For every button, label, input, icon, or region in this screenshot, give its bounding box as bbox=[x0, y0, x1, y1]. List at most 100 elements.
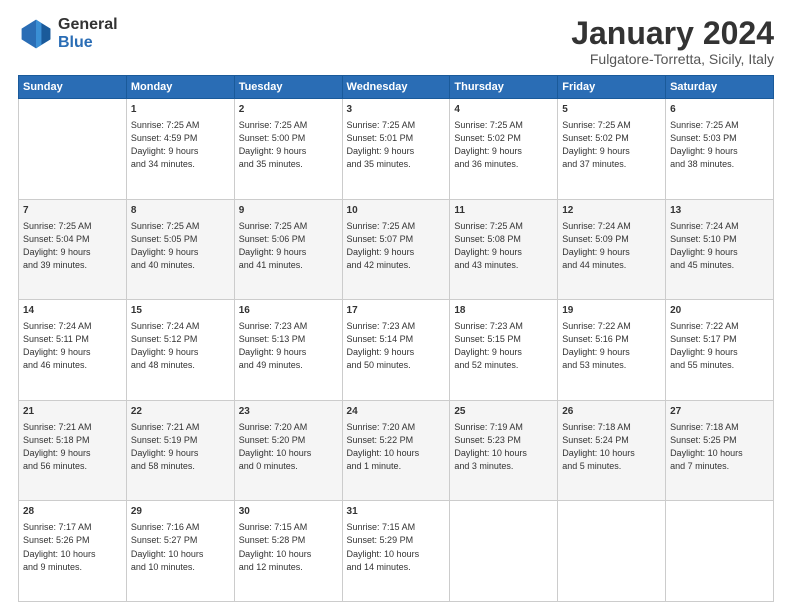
logo-icon bbox=[18, 16, 54, 52]
calendar-cell: 1Sunrise: 7:25 AM Sunset: 4:59 PM Daylig… bbox=[126, 99, 234, 200]
day-number: 23 bbox=[239, 405, 338, 419]
calendar-cell: 17Sunrise: 7:23 AM Sunset: 5:14 PM Dayli… bbox=[342, 300, 450, 401]
col-saturday: Saturday bbox=[666, 76, 774, 99]
calendar-cell: 14Sunrise: 7:24 AM Sunset: 5:11 PM Dayli… bbox=[19, 300, 127, 401]
day-number: 3 bbox=[347, 103, 446, 117]
day-number: 7 bbox=[23, 204, 122, 218]
cell-content: Sunrise: 7:25 AM Sunset: 5:07 PM Dayligh… bbox=[347, 220, 446, 272]
day-number: 8 bbox=[131, 204, 230, 218]
calendar-cell: 8 Sunrise: 7:25 AM Sunset: 5:05 PM Daylig… bbox=[126, 199, 234, 300]
day-number: 24 bbox=[347, 405, 446, 419]
day-number: 5 bbox=[562, 103, 661, 117]
cell-content: Sunrise: 7:25 AM Sunset: 5:05 PM Dayligh… bbox=[131, 220, 230, 272]
day-number: 10 bbox=[347, 204, 446, 218]
calendar-cell: 12 Sunrise: 7:24 AM Sunset: 5:09 PM Dayli… bbox=[558, 199, 666, 300]
cell-content: Sunrise: 7:25 AM Sunset: 5:04 PM Dayligh… bbox=[23, 220, 122, 272]
day-number: 27 bbox=[670, 405, 769, 419]
day-number: 13 bbox=[670, 204, 769, 218]
day-number: 6 bbox=[670, 103, 769, 117]
day-number: 17 bbox=[347, 304, 446, 318]
calendar-cell: 15 Sunrise: 7:24 AM Sunset: 5:12 PM Dayli… bbox=[126, 300, 234, 401]
day-number: 20 bbox=[670, 304, 769, 318]
day-number: 26 bbox=[562, 405, 661, 419]
cell-content: Sunrise: 7:25 AM Sunset: 5:06 PM Dayligh… bbox=[239, 220, 338, 272]
cell-content: Sunrise: 7:19 AM Sunset: 5:23 PM Dayligh… bbox=[454, 421, 553, 473]
cell-content: Sunrise: 7:25 AM Sunset: 5:08 PM Dayligh… bbox=[454, 220, 553, 272]
calendar-cell: 3 Sunrise: 7:25 AM Sunset: 5:01 PM Daylig… bbox=[342, 99, 450, 200]
calendar-cell: 20 Sunrise: 7:22 AM Sunset: 5:17 PM Dayli… bbox=[666, 300, 774, 401]
calendar-cell: 26 Sunrise: 7:18 AM Sunset: 5:24 PM Dayli… bbox=[558, 400, 666, 501]
cell-content: Sunrise: 7:24 AM Sunset: 5:12 PM Dayligh… bbox=[131, 320, 230, 372]
logo-blue-label: Blue bbox=[58, 34, 118, 52]
cell-content: Sunrise: 7:25 AM Sunset: 5:02 PM Dayligh… bbox=[562, 119, 661, 171]
logo-text: General Blue bbox=[58, 16, 118, 51]
table-row: 1Sunrise: 7:25 AM Sunset: 4:59 PM Daylig… bbox=[19, 99, 774, 200]
cell-content: Sunrise: 7:21 AM Sunset: 5:19 PM Dayligh… bbox=[131, 421, 230, 473]
cell-content: Sunrise: 7:25 AM Sunset: 5:02 PM Dayligh… bbox=[454, 119, 553, 171]
col-tuesday: Tuesday bbox=[234, 76, 342, 99]
day-number: 21 bbox=[23, 405, 122, 419]
day-number: 12 bbox=[562, 204, 661, 218]
day-number: 28 bbox=[23, 505, 122, 519]
calendar-cell: 9 Sunrise: 7:25 AM Sunset: 5:06 PM Daylig… bbox=[234, 199, 342, 300]
day-number: 2 bbox=[239, 103, 338, 117]
calendar-cell: 10 Sunrise: 7:25 AM Sunset: 5:07 PM Dayli… bbox=[342, 199, 450, 300]
calendar-cell: 28Sunrise: 7:17 AM Sunset: 5:26 PM Dayli… bbox=[19, 501, 127, 602]
cell-content: Sunrise: 7:20 AM Sunset: 5:22 PM Dayligh… bbox=[347, 421, 446, 473]
page-subtitle: Fulgatore-Torretta, Sicily, Italy bbox=[571, 51, 774, 67]
title-block: January 2024 Fulgatore-Torretta, Sicily,… bbox=[571, 16, 774, 67]
calendar-cell: 7 Sunrise: 7:25 AM Sunset: 5:04 PM Daylig… bbox=[19, 199, 127, 300]
page-title: January 2024 bbox=[571, 16, 774, 51]
cell-content: Sunrise: 7:24 AM Sunset: 5:09 PM Dayligh… bbox=[562, 220, 661, 272]
calendar-cell: 24 Sunrise: 7:20 AM Sunset: 5:22 PM Dayli… bbox=[342, 400, 450, 501]
logo: General Blue bbox=[18, 16, 118, 52]
cell-content: Sunrise: 7:24 AM Sunset: 5:11 PM Dayligh… bbox=[23, 320, 122, 372]
col-monday: Monday bbox=[126, 76, 234, 99]
calendar-cell bbox=[558, 501, 666, 602]
cell-content: Sunrise: 7:25 AM Sunset: 5:01 PM Dayligh… bbox=[347, 119, 446, 171]
calendar-header: Sunday Monday Tuesday Wednesday Thursday… bbox=[19, 76, 774, 99]
day-number: 22 bbox=[131, 405, 230, 419]
col-friday: Friday bbox=[558, 76, 666, 99]
col-thursday: Thursday bbox=[450, 76, 558, 99]
cell-content: Sunrise: 7:21 AM Sunset: 5:18 PM Dayligh… bbox=[23, 421, 122, 473]
table-row: 14Sunrise: 7:24 AM Sunset: 5:11 PM Dayli… bbox=[19, 300, 774, 401]
day-number: 15 bbox=[131, 304, 230, 318]
calendar-body: 1Sunrise: 7:25 AM Sunset: 4:59 PM Daylig… bbox=[19, 99, 774, 602]
table-row: 7 Sunrise: 7:25 AM Sunset: 5:04 PM Daylig… bbox=[19, 199, 774, 300]
calendar-table: Sunday Monday Tuesday Wednesday Thursday… bbox=[18, 75, 774, 602]
calendar-cell: 22 Sunrise: 7:21 AM Sunset: 5:19 PM Dayli… bbox=[126, 400, 234, 501]
header-row: Sunday Monday Tuesday Wednesday Thursday… bbox=[19, 76, 774, 99]
cell-content: Sunrise: 7:16 AM Sunset: 5:27 PM Dayligh… bbox=[131, 521, 230, 573]
calendar-cell: 29 Sunrise: 7:16 AM Sunset: 5:27 PM Dayli… bbox=[126, 501, 234, 602]
calendar-cell: 21 Sunrise: 7:21 AM Sunset: 5:18 PM Dayli… bbox=[19, 400, 127, 501]
table-row: 21 Sunrise: 7:21 AM Sunset: 5:18 PM Dayli… bbox=[19, 400, 774, 501]
calendar-cell: 25 Sunrise: 7:19 AM Sunset: 5:23 PM Dayli… bbox=[450, 400, 558, 501]
day-number: 25 bbox=[454, 405, 553, 419]
calendar-cell: 11Sunrise: 7:25 AM Sunset: 5:08 PM Dayli… bbox=[450, 199, 558, 300]
header: General Blue January 2024 Fulgatore-Torr… bbox=[18, 16, 774, 67]
day-number: 19 bbox=[562, 304, 661, 318]
cell-content: Sunrise: 7:18 AM Sunset: 5:25 PM Dayligh… bbox=[670, 421, 769, 473]
cell-content: Sunrise: 7:23 AM Sunset: 5:13 PM Dayligh… bbox=[239, 320, 338, 372]
day-number: 9 bbox=[239, 204, 338, 218]
calendar-cell bbox=[450, 501, 558, 602]
cell-content: Sunrise: 7:15 AM Sunset: 5:28 PM Dayligh… bbox=[239, 521, 338, 573]
cell-content: Sunrise: 7:22 AM Sunset: 5:16 PM Dayligh… bbox=[562, 320, 661, 372]
cell-content: Sunrise: 7:22 AM Sunset: 5:17 PM Dayligh… bbox=[670, 320, 769, 372]
calendar-cell: 31 Sunrise: 7:15 AM Sunset: 5:29 PM Dayli… bbox=[342, 501, 450, 602]
day-number: 16 bbox=[239, 304, 338, 318]
cell-content: Sunrise: 7:20 AM Sunset: 5:20 PM Dayligh… bbox=[239, 421, 338, 473]
table-row: 28Sunrise: 7:17 AM Sunset: 5:26 PM Dayli… bbox=[19, 501, 774, 602]
logo-general-label: General bbox=[58, 16, 118, 34]
calendar-cell: 4Sunrise: 7:25 AM Sunset: 5:02 PM Daylig… bbox=[450, 99, 558, 200]
col-wednesday: Wednesday bbox=[342, 76, 450, 99]
day-number: 30 bbox=[239, 505, 338, 519]
day-number: 29 bbox=[131, 505, 230, 519]
day-number: 31 bbox=[347, 505, 446, 519]
calendar-cell: 27 Sunrise: 7:18 AM Sunset: 5:25 PM Dayli… bbox=[666, 400, 774, 501]
cell-content: Sunrise: 7:15 AM Sunset: 5:29 PM Dayligh… bbox=[347, 521, 446, 573]
cell-content: Sunrise: 7:24 AM Sunset: 5:10 PM Dayligh… bbox=[670, 220, 769, 272]
cell-content: Sunrise: 7:18 AM Sunset: 5:24 PM Dayligh… bbox=[562, 421, 661, 473]
calendar-cell: 30 Sunrise: 7:15 AM Sunset: 5:28 PM Dayli… bbox=[234, 501, 342, 602]
